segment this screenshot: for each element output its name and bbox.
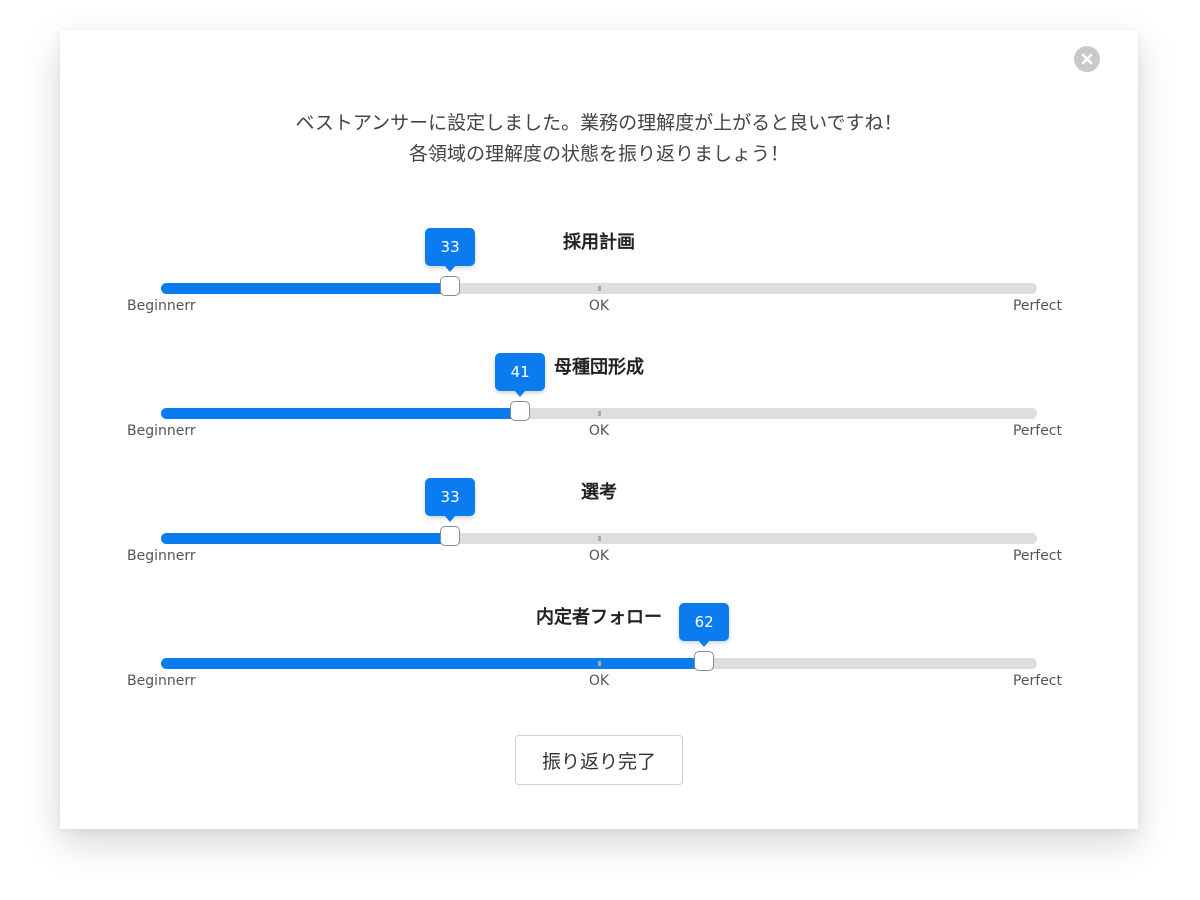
- slider-track[interactable]: [161, 408, 1037, 419]
- slider-mid-label: OK: [588, 298, 610, 314]
- slider-track[interactable]: [161, 658, 1037, 669]
- slider-max-label: Perfect: [1012, 298, 1062, 314]
- slider-max-label: Perfect: [1012, 673, 1062, 689]
- completion-message: ベストアンサーに設定しました。業務の理解度が上がると良いですね！ 各領域の理解度…: [60, 108, 1138, 170]
- slider-mid-tick: [598, 661, 601, 666]
- slider-title: 採用計画: [563, 232, 635, 253]
- slider-title: 選考: [581, 482, 617, 503]
- message-line-2: 各領域の理解度の状態を振り返りましょう！: [408, 143, 789, 165]
- slider-block-population-formation: 母種団形成 41 Beginnerr OK Perfect: [60, 353, 1138, 463]
- slider-block-selection: 選考 33 Beginnerr OK Perfect: [60, 478, 1138, 588]
- slider-max-label: Perfect: [1012, 423, 1062, 439]
- slider-mid-tick: [598, 286, 601, 291]
- slider-value-bubble: 33: [425, 228, 476, 272]
- slider-fill: [161, 533, 451, 544]
- slider-track[interactable]: [161, 533, 1037, 544]
- slider-fill: [161, 408, 521, 419]
- slider-mid-tick: [598, 536, 601, 541]
- review-complete-button[interactable]: 振り返り完了: [515, 735, 683, 785]
- review-modal: ベストアンサーに設定しました。業務の理解度が上がると良いですね！ 各領域の理解度…: [60, 30, 1138, 829]
- slider-max-label: Perfect: [1012, 548, 1062, 564]
- slider-block-offer-follow-up: 内定者フォロー 62 Beginnerr OK Perfect: [60, 603, 1138, 713]
- slider-block-hiring-plan: 採用計画 33 Beginnerr OK Perfect: [60, 228, 1138, 338]
- slider-title: 内定者フォロー: [536, 607, 662, 628]
- slider-track[interactable]: [161, 283, 1037, 294]
- slider-fill: [161, 658, 705, 669]
- message-line-1: ベストアンサーに設定しました。業務の理解度が上がると良いですね！: [295, 112, 903, 134]
- slider-mid-label: OK: [588, 423, 610, 439]
- slider-handle[interactable]: [440, 276, 461, 296]
- slider-value-bubble: 41: [495, 353, 546, 397]
- slider-title: 母種団形成: [554, 357, 644, 378]
- slider-value-bubble: 62: [679, 603, 730, 647]
- close-button[interactable]: [1074, 46, 1100, 72]
- slider-mid-label: OK: [588, 548, 610, 564]
- slider-mid-tick: [598, 411, 601, 416]
- close-icon: [1081, 53, 1093, 65]
- slider-handle[interactable]: [440, 526, 461, 546]
- slider-value-bubble: 33: [425, 478, 476, 522]
- slider-handle[interactable]: [510, 401, 531, 421]
- slider-mid-label: OK: [588, 673, 610, 689]
- slider-fill: [161, 283, 451, 294]
- slider-handle[interactable]: [694, 651, 715, 671]
